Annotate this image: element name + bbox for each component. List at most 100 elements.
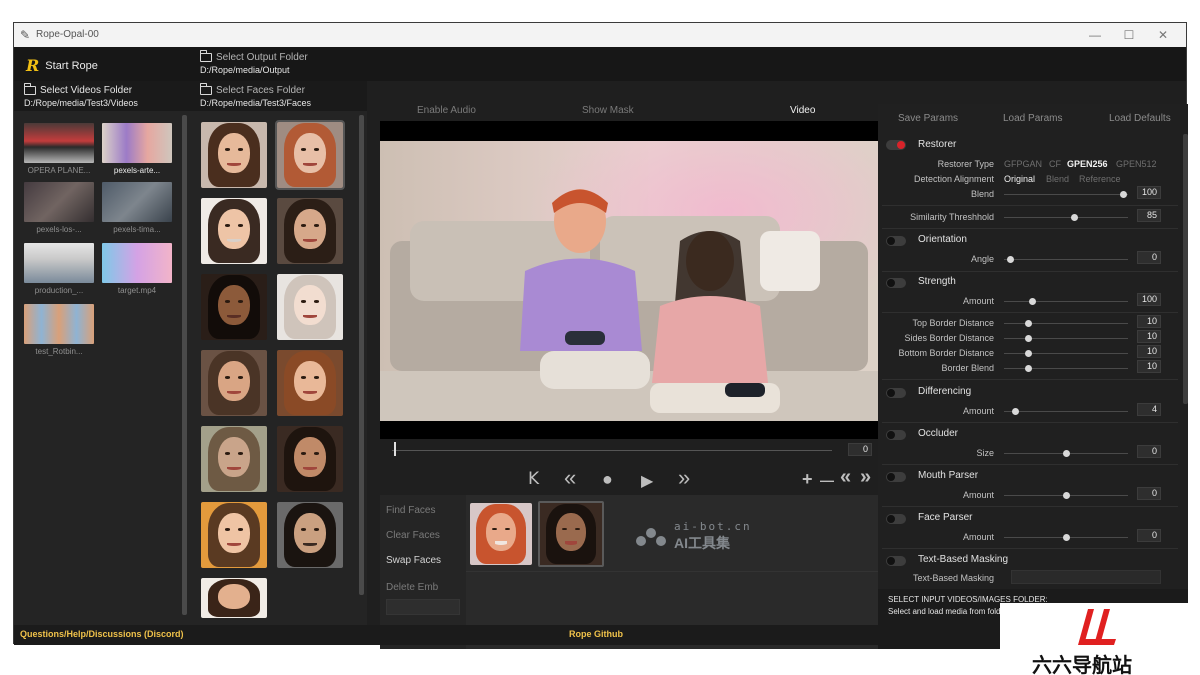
forward-button[interactable]: » [678, 465, 690, 491]
similarity-value[interactable]: 85 [1137, 209, 1161, 222]
mouth-parser-value[interactable]: 0 [1137, 487, 1161, 500]
face-item[interactable] [201, 122, 267, 188]
video-item-production[interactable]: production_... [24, 243, 94, 295]
load-defaults-button[interactable]: Load Defaults [1109, 113, 1171, 124]
bottom-border-knob[interactable] [1025, 350, 1032, 357]
face-parser-value[interactable]: 0 [1137, 529, 1161, 542]
swap-faces-button[interactable]: Swap Faces [386, 555, 441, 566]
restorer-opt-gpen256[interactable]: GPEN256 [1067, 159, 1108, 169]
differencing-slider[interactable] [1004, 411, 1128, 412]
maximize-button[interactable]: ☐ [1114, 26, 1144, 44]
face-item[interactable] [201, 198, 267, 264]
video-item-target[interactable]: target.mp4 [102, 243, 172, 295]
rewind-button[interactable]: « [564, 465, 576, 491]
similarity-slider-knob[interactable] [1071, 214, 1078, 221]
border-blend-value[interactable]: 10 [1137, 360, 1161, 373]
restorer-opt-gpen512[interactable]: GPEN512 [1116, 159, 1157, 169]
find-faces-button[interactable]: Find Faces [386, 505, 435, 516]
minimize-button[interactable]: — [1080, 26, 1110, 44]
face-item[interactable] [201, 350, 267, 416]
bottom-border-value[interactable]: 10 [1137, 345, 1161, 358]
bottom-border-slider[interactable] [1004, 353, 1128, 354]
border-blend-knob[interactable] [1025, 365, 1032, 372]
sides-border-knob[interactable] [1025, 335, 1032, 342]
align-opt-reference[interactable]: Reference [1079, 174, 1121, 184]
angle-value[interactable]: 0 [1137, 251, 1161, 264]
blend-slider-knob[interactable] [1120, 191, 1127, 198]
face-item[interactable] [275, 120, 345, 190]
restorer-opt-gfpgan[interactable]: GFPGAN [1004, 159, 1042, 169]
clear-faces-button[interactable]: Clear Faces [386, 530, 440, 541]
video-tab[interactable]: Video [790, 105, 815, 116]
video-viewer[interactable] [380, 121, 878, 439]
text-masking-toggle[interactable] [886, 556, 906, 566]
blend-value[interactable]: 100 [1137, 186, 1161, 199]
occluder-value[interactable]: 0 [1137, 445, 1161, 458]
video-item-pexels-arte[interactable]: pexels-arte... [102, 123, 172, 175]
mouth-parser-toggle[interactable] [886, 472, 906, 482]
prev-marker-button[interactable]: « [840, 466, 851, 489]
delete-emb-button[interactable]: Delete Emb [386, 582, 438, 593]
align-opt-original[interactable]: Original [1004, 174, 1035, 184]
restorer-toggle[interactable] [886, 140, 906, 150]
params-scrollbar[interactable] [1183, 134, 1188, 404]
videos-scrollbar[interactable] [182, 115, 187, 615]
mouth-parser-slider-knob[interactable] [1063, 492, 1070, 499]
record-button[interactable]: ● [602, 469, 613, 490]
differencing-value[interactable]: 4 [1137, 403, 1161, 416]
sides-border-slider[interactable] [1004, 338, 1128, 339]
face-parser-toggle[interactable] [886, 514, 906, 524]
strength-slider-knob[interactable] [1029, 298, 1036, 305]
face-item[interactable] [277, 350, 343, 416]
border-blend-slider[interactable] [1004, 368, 1128, 369]
face-item[interactable] [201, 578, 267, 618]
occluder-toggle[interactable] [886, 430, 906, 440]
select-output-folder[interactable]: Select Output Folder D:/Rope/media/Outpu… [199, 50, 308, 75]
face-item[interactable] [277, 198, 343, 264]
top-border-knob[interactable] [1025, 320, 1032, 327]
angle-slider[interactable] [1004, 259, 1128, 260]
blend-slider[interactable] [1004, 194, 1128, 195]
video-item-pexels-tima[interactable]: pexels-tima... [102, 182, 172, 234]
video-item-test-rotbin[interactable]: test_Rotbin... [24, 304, 94, 356]
video-item-pexels-los[interactable]: pexels-los-... [24, 182, 94, 234]
enable-audio-tab[interactable]: Enable Audio [417, 105, 476, 116]
play-button[interactable]: ▶ [641, 471, 653, 491]
face-item[interactable] [277, 502, 343, 568]
strength-toggle[interactable] [886, 278, 906, 288]
occluder-slider-knob[interactable] [1063, 450, 1070, 457]
timeline[interactable]: 0 [380, 439, 878, 461]
top-border-value[interactable]: 10 [1137, 315, 1161, 328]
show-mask-tab[interactable]: Show Mask [582, 105, 634, 116]
face-parser-slider-knob[interactable] [1063, 534, 1070, 541]
similarity-slider[interactable] [1004, 217, 1128, 218]
select-faces-folder[interactable]: Select Faces Folder D:/Rope/media/Test3/… [199, 83, 311, 108]
to-start-button[interactable]: K [528, 469, 539, 489]
strength-slider[interactable] [1004, 301, 1128, 302]
face-item[interactable] [201, 426, 267, 492]
face-item[interactable] [277, 274, 343, 340]
found-face-2[interactable] [538, 501, 604, 567]
angle-slider-knob[interactable] [1007, 256, 1014, 263]
frame-value[interactable]: 0 [848, 443, 872, 456]
start-rope-button[interactable]: R Start Rope [26, 56, 98, 75]
github-link[interactable]: Rope Github [569, 629, 623, 639]
next-marker-button[interactable]: » [860, 466, 871, 489]
face-item[interactable] [201, 274, 267, 340]
strength-value[interactable]: 100 [1137, 293, 1161, 306]
close-button[interactable]: ✕ [1148, 26, 1178, 44]
differencing-toggle[interactable] [886, 388, 906, 398]
save-params-button[interactable]: Save Params [898, 113, 958, 124]
video-item-opera[interactable]: OPERA PLANE... [24, 123, 94, 175]
remove-marker-button[interactable]: — [820, 472, 834, 488]
orientation-toggle[interactable] [886, 236, 906, 246]
align-opt-blend[interactable]: Blend [1046, 174, 1069, 184]
found-face-1[interactable] [470, 503, 532, 565]
add-marker-button[interactable]: + [802, 469, 813, 490]
discord-link[interactable]: Questions/Help/Discussions (Discord) [20, 629, 184, 639]
face-item[interactable] [201, 502, 267, 568]
select-videos-folder[interactable]: Select Videos Folder D:/Rope/media/Test3… [23, 83, 138, 108]
sides-border-value[interactable]: 10 [1137, 330, 1161, 343]
differencing-slider-knob[interactable] [1012, 408, 1019, 415]
faces-scrollbar[interactable] [359, 115, 364, 595]
